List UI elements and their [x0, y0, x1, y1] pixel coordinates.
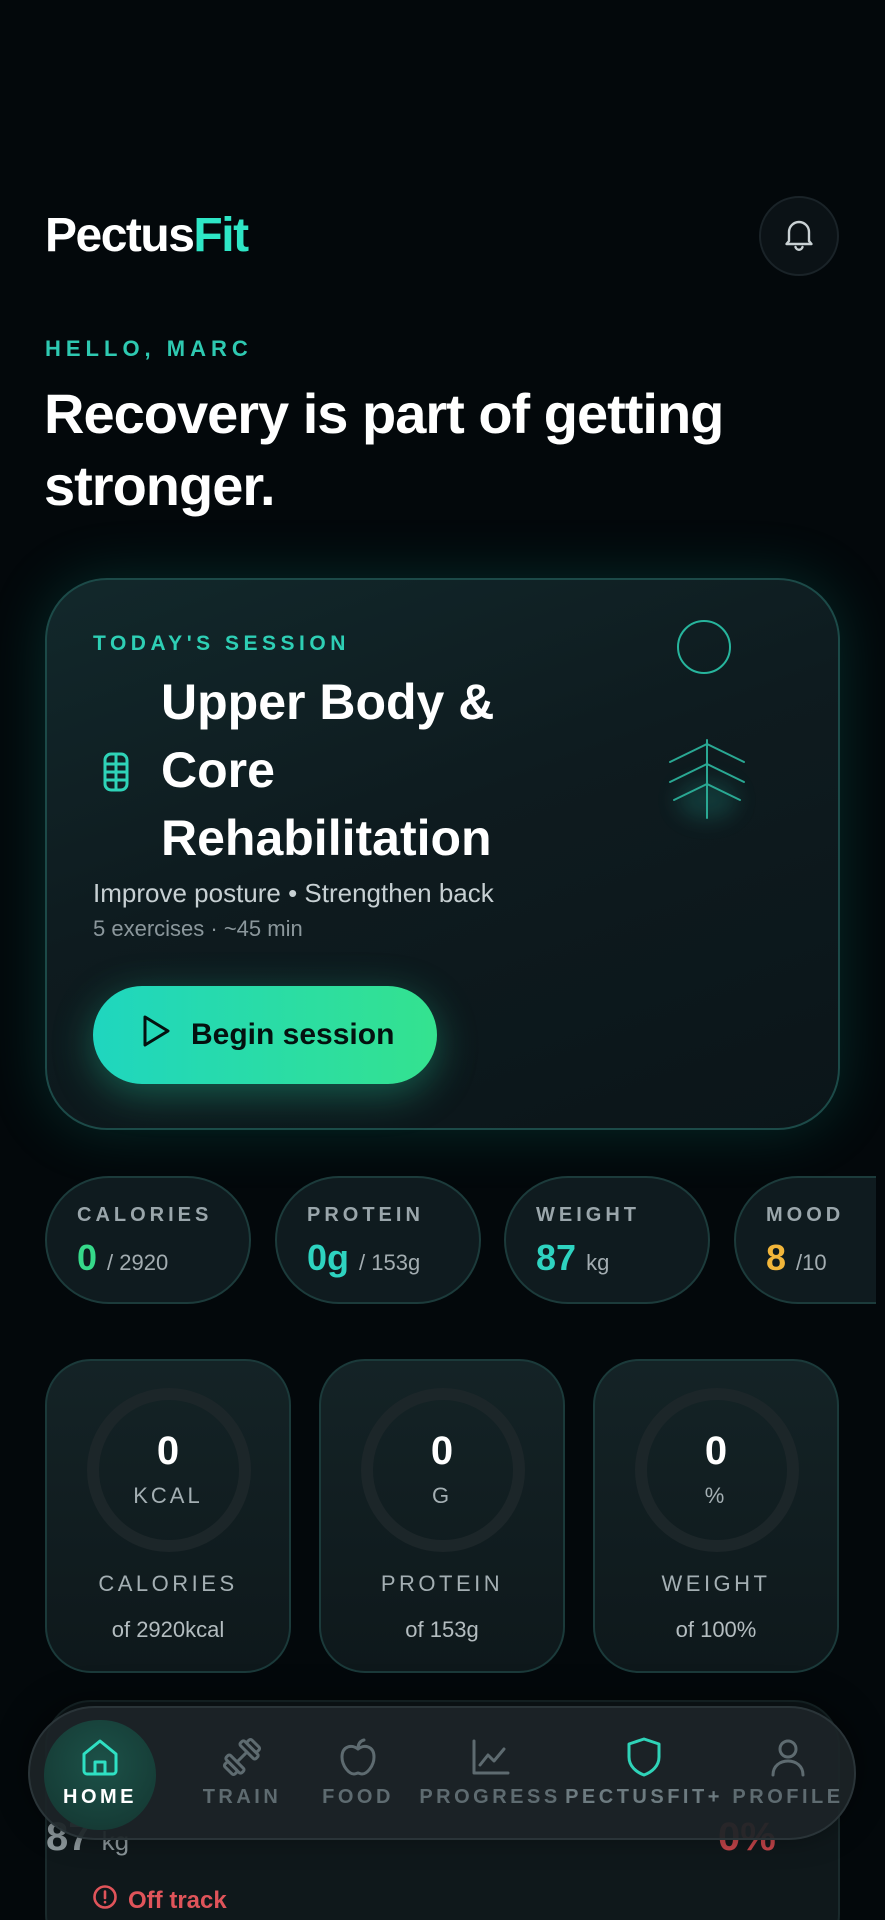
ring-label: CALORIES	[98, 1571, 238, 1596]
stat-value-row: 0g / 153g	[307, 1237, 479, 1279]
apple-icon	[336, 1728, 380, 1786]
begin-session-button[interactable]: Begin session	[93, 986, 437, 1084]
logo-main: Pectus	[45, 209, 195, 262]
stats-scroller[interactable]: CALORIES 0 / 2920 PROTEIN 0g / 153g WEIG…	[0, 1160, 876, 1320]
shield-icon	[624, 1728, 664, 1786]
ring-target: of 153g	[405, 1617, 479, 1642]
stat-label: CALORIES	[77, 1204, 213, 1226]
nav-label: PECTUSFIT+	[565, 1786, 723, 1808]
stat-pill-mood[interactable]: MOOD 8 /10	[734, 1176, 876, 1304]
nav-train[interactable]: TRAIN	[176, 1720, 308, 1830]
ring-card-protein[interactable]: 0 G PROTEIN of 153g	[319, 1359, 565, 1673]
notifications-button[interactable]	[759, 196, 839, 276]
decorative-tree-icon	[662, 730, 752, 835]
stat-value-row: 0 / 2920	[77, 1237, 249, 1279]
ring-unit: G	[431, 1483, 453, 1508]
home-icon	[78, 1728, 122, 1786]
headline-line-1: Recovery is part of getting	[44, 382, 724, 445]
play-icon	[141, 1014, 171, 1056]
ring-value: 0	[430, 1429, 454, 1473]
bell-icon	[783, 217, 815, 256]
stat-unit: kg	[586, 1250, 610, 1275]
ring-label: WEIGHT	[661, 1571, 771, 1596]
nav-label: FOOD	[322, 1786, 394, 1808]
stat-value: 87	[536, 1237, 577, 1278]
ring-card-weight[interactable]: 0 % WEIGHT of 100%	[593, 1359, 839, 1673]
nav-home[interactable]: HOME	[44, 1720, 156, 1830]
session-description: Improve posture • Strengthen back	[93, 878, 494, 908]
stat-value: 8	[766, 1237, 787, 1278]
begin-session-label: Begin session	[191, 1018, 395, 1051]
stat-label: PROTEIN	[307, 1204, 424, 1226]
dumbbell-icon	[101, 750, 131, 799]
alert-circle-icon	[92, 1884, 118, 1917]
stat-pill-calories[interactable]: CALORIES 0 / 2920	[45, 1176, 251, 1304]
ring-target: of 100%	[675, 1617, 757, 1642]
stat-value: 0g	[307, 1237, 350, 1278]
decorative-circle	[677, 620, 731, 674]
headline-line-2: stronger.	[44, 454, 276, 517]
status-text: Off track	[128, 1886, 227, 1914]
headline: Recovery is part of getting stronger.	[44, 378, 844, 522]
session-title-line-1: Upper Body &	[161, 674, 495, 730]
ring-target: of 2920kcal	[111, 1617, 225, 1642]
nav-label: PROGRESS	[419, 1786, 561, 1808]
dumbbell-icon	[219, 1728, 265, 1786]
ring-unit: %	[704, 1483, 728, 1508]
session-meta: 5 exercises · ~45 min	[93, 916, 303, 941]
todays-session-card[interactable]: TODAY'S SESSION Upper Body & Core Rehabi…	[45, 578, 840, 1130]
user-icon	[768, 1728, 808, 1786]
nav-profile[interactable]: PROFILE	[720, 1720, 856, 1830]
ring-value: 0	[704, 1429, 728, 1473]
greeting: HELLO, MARC	[45, 336, 253, 361]
stat-label: WEIGHT	[536, 1204, 640, 1226]
stat-pill-protein[interactable]: PROTEIN 0g / 153g	[275, 1176, 481, 1304]
stat-unit: / 153g	[359, 1250, 421, 1275]
ring-unit: KCAL	[133, 1483, 203, 1508]
logo-accent: Fit	[193, 209, 249, 262]
chart-line-icon	[468, 1728, 512, 1786]
nav-label: TRAIN	[202, 1786, 282, 1808]
ring-card-calories[interactable]: 0 KCAL CALORIES of 2920kcal	[45, 1359, 291, 1673]
stat-value-row: 87 kg	[536, 1237, 708, 1279]
stat-value: 0	[77, 1237, 98, 1278]
nav-pectusfit-plus[interactable]: PECTUSFIT+	[546, 1720, 742, 1830]
session-title-line-3: Rehabilitation	[161, 810, 492, 866]
ring-value: 0	[156, 1429, 180, 1473]
session-label: TODAY'S SESSION	[93, 632, 350, 655]
session-title: Upper Body & Core Rehabilitation	[161, 668, 621, 872]
stat-label: MOOD	[766, 1204, 845, 1226]
app-logo: PectusFit	[45, 208, 249, 263]
status-badge: Off track	[92, 1884, 227, 1917]
ring-label: PROTEIN	[380, 1571, 504, 1596]
stat-unit: /10	[796, 1250, 827, 1275]
nav-label: PROFILE	[732, 1786, 844, 1808]
nav-label: HOME	[63, 1786, 137, 1808]
stat-value-row: 8 /10	[766, 1237, 876, 1279]
stat-unit: / 2920	[107, 1250, 169, 1275]
bottom-navigation: HOME TRAIN FOOD PROGRESS PECTUSFIT+ PROF…	[28, 1706, 856, 1840]
session-title-line-2: Core	[161, 742, 275, 798]
stat-pill-weight[interactable]: WEIGHT 87 kg	[504, 1176, 710, 1304]
